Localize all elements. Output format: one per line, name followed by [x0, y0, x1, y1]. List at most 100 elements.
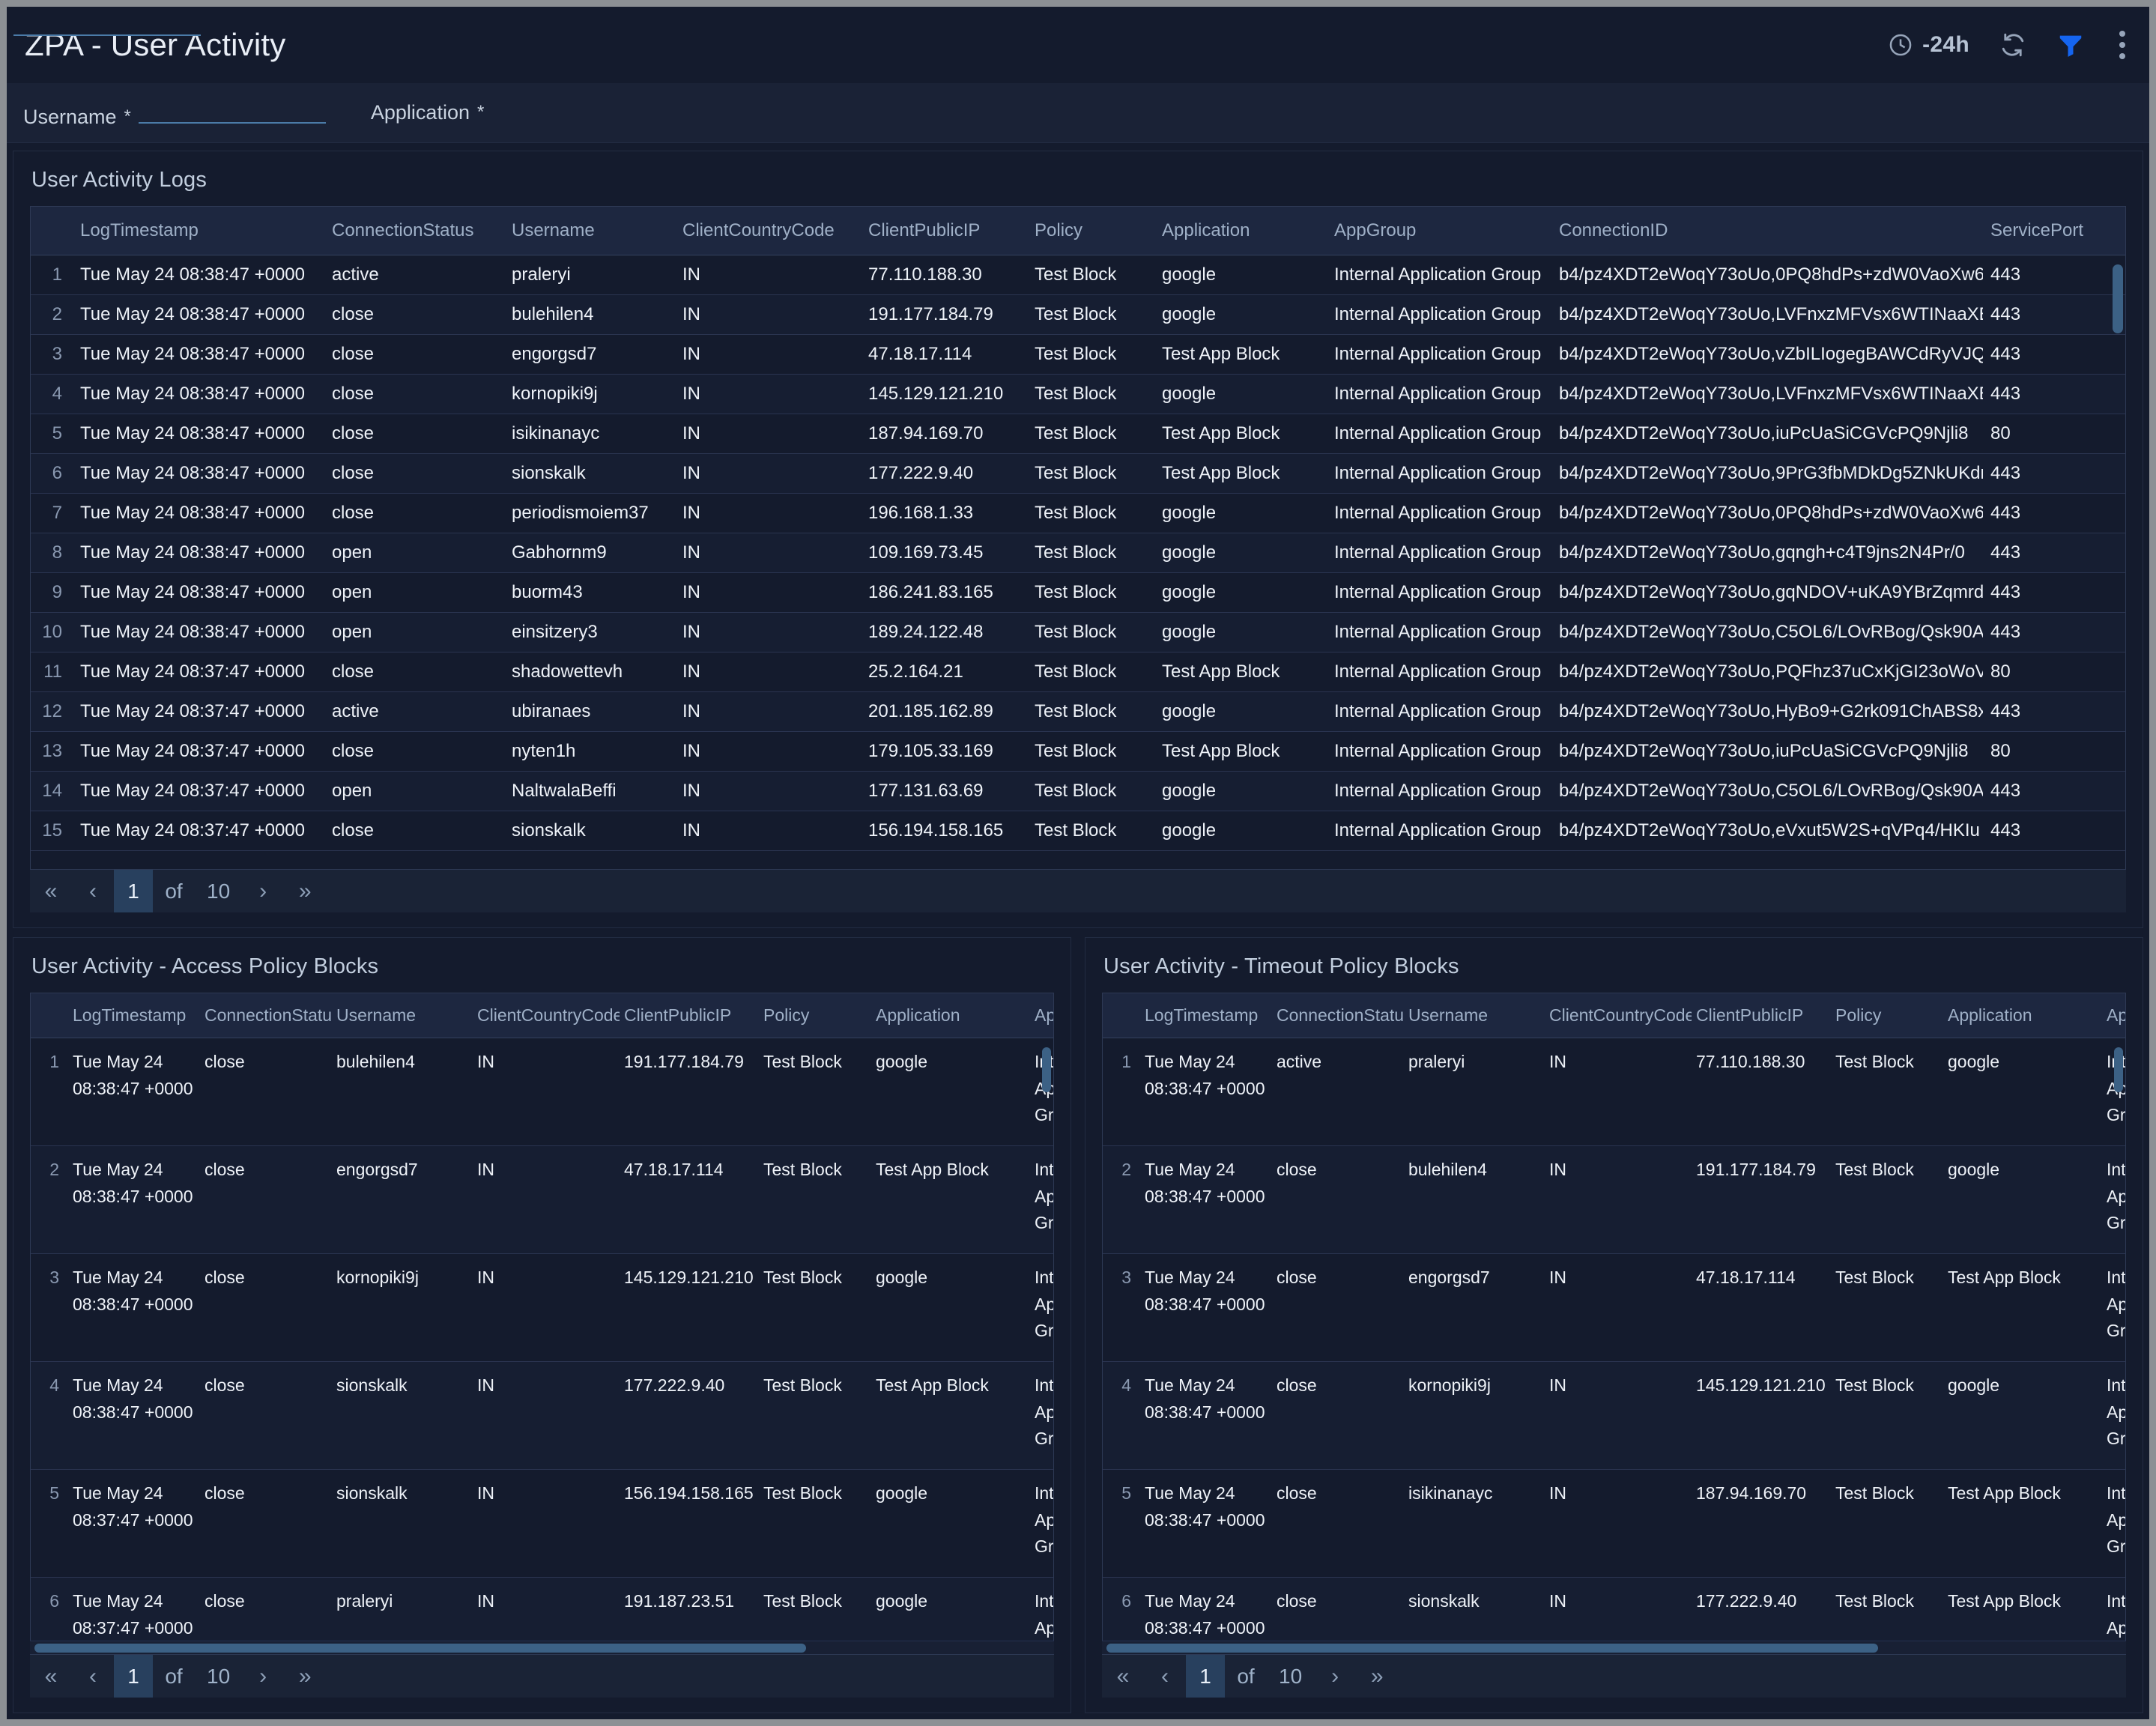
col-application[interactable]: Application — [1943, 993, 2102, 1038]
cell-clientcountrycode: IN — [1545, 1254, 1692, 1362]
table-row[interactable]: 4Tue May 24 08:38:47 +0000closekornopiki… — [1103, 1362, 2125, 1470]
table-row[interactable]: 2Tue May 24 08:38:47 +0000closeengorgsd7… — [31, 1146, 1053, 1254]
col-policy[interactable]: Policy — [1027, 207, 1154, 255]
table-row[interactable]: 6Tue May 24 08:37:47 +0000closepraleryiI… — [31, 1578, 1053, 1641]
col-logtimestamp[interactable]: LogTimestamp — [68, 993, 200, 1038]
cell-logtimestamp: Tue May 24 08:38:47 +0000 — [1140, 1146, 1272, 1254]
table-row[interactable]: 15Tue May 24 08:37:47 +0000closesionskal… — [31, 811, 2125, 851]
pager-prev-button[interactable]: ‹ — [1144, 1655, 1186, 1698]
cell-policy: Test Block — [1027, 375, 1154, 414]
table-row[interactable]: 1Tue May 24 08:38:47 +0000closebulehilen… — [31, 1038, 1053, 1146]
col-application[interactable]: Application — [1154, 207, 1327, 255]
pager-last-button[interactable]: » — [1356, 1655, 1398, 1698]
pager-current-page[interactable]: 1 — [114, 870, 153, 912]
col-logtimestamp[interactable]: LogTimestamp — [73, 207, 324, 255]
pager-next-button[interactable]: › — [242, 870, 284, 912]
pager-prev-button[interactable]: ‹ — [72, 870, 114, 912]
table-row[interactable]: 9Tue May 24 08:38:47 +0000openbuorm43IN1… — [31, 573, 2125, 613]
col-connectionstatus[interactable]: ConnectionStatus — [1272, 993, 1404, 1038]
username-input[interactable] — [139, 101, 326, 124]
table-row[interactable]: 6Tue May 24 08:38:47 +0000closesionskalk… — [31, 454, 2125, 494]
col-connectionstatus[interactable]: ConnectionStatus — [324, 207, 504, 255]
table-row[interactable]: 13Tue May 24 08:37:47 +0000closenyten1hI… — [31, 732, 2125, 772]
table-row[interactable]: 5Tue May 24 08:37:47 +0000closesionskalk… — [31, 1470, 1053, 1578]
col-appgroup[interactable]: AppGr — [1030, 993, 1053, 1038]
pager-current-page[interactable]: 1 — [1186, 1655, 1225, 1698]
filter-icon[interactable] — [2056, 31, 2085, 59]
table-row[interactable]: 7Tue May 24 08:38:47 +0000closeperiodism… — [31, 494, 2125, 533]
table-row[interactable]: 10Tue May 24 08:38:47 +0000openeinsitzer… — [31, 613, 2125, 652]
table-row[interactable]: 8Tue May 24 08:38:47 +0000openGabhornm9I… — [31, 533, 2125, 573]
row-index: 7 — [31, 494, 73, 533]
pager-last-button[interactable]: » — [284, 1655, 326, 1698]
col-connectionid[interactable]: ConnectionID — [1551, 207, 1983, 255]
table-row[interactable]: 1Tue May 24 08:38:47 +0000activepraleryi… — [1103, 1038, 2125, 1146]
main-table-vertical-scrollbar[interactable] — [2113, 264, 2123, 669]
col-clientcountrycode[interactable]: ClientCountryCode — [473, 993, 620, 1038]
col-application[interactable]: Application — [871, 993, 1030, 1038]
dashboard-body: User Activity Logs LogTimes — [7, 143, 2149, 1719]
application-filter[interactable]: Application * — [371, 101, 484, 124]
col-index[interactable] — [31, 993, 68, 1038]
table-row[interactable]: 12Tue May 24 08:37:47 +0000activeubirana… — [31, 692, 2125, 732]
cell-username: engorgsd7 — [504, 335, 675, 375]
pager-last-button[interactable]: » — [284, 870, 326, 912]
top-bar-actions: -24h — [1888, 28, 2130, 62]
username-filter[interactable]: Username * — [23, 101, 326, 129]
col-appgroup[interactable]: AppGr — [2102, 993, 2125, 1038]
table-row[interactable]: 5Tue May 24 08:38:47 +0000closeisikinana… — [1103, 1470, 2125, 1578]
table-row[interactable]: 3Tue May 24 08:38:47 +0000closeengorgsd7… — [1103, 1254, 2125, 1362]
col-serviceport[interactable]: ServicePort — [1983, 207, 2125, 255]
col-username[interactable]: Username — [504, 207, 675, 255]
access-policy-vertical-scrollbar[interactable] — [1042, 1047, 1051, 1197]
col-clientcountrycode[interactable]: ClientCountryCode — [675, 207, 861, 255]
col-username[interactable]: Username — [1404, 993, 1545, 1038]
cell-logtimestamp: Tue May 24 08:38:47 +0000 — [73, 573, 324, 613]
table-row[interactable]: 5Tue May 24 08:38:47 +0000closeisikinana… — [31, 414, 2125, 454]
col-clientpublicip[interactable]: ClientPublicIP — [1692, 993, 1831, 1038]
col-connectionstatus[interactable]: ConnectionStatus — [200, 993, 332, 1038]
clock-icon — [1888, 32, 1913, 58]
access-policy-horizontal-scrollbar[interactable] — [30, 1641, 1054, 1654]
time-range-selector[interactable]: -24h — [1888, 32, 1969, 58]
table-row[interactable]: 4Tue May 24 08:38:47 +0000closekornopiki… — [31, 375, 2125, 414]
col-policy[interactable]: Policy — [1831, 993, 1943, 1038]
cell-serviceport: 443 — [1983, 375, 2125, 414]
cell-logtimestamp: Tue May 24 08:38:47 +0000 — [1140, 1038, 1272, 1146]
pager-first-button[interactable]: « — [30, 870, 72, 912]
table-row[interactable]: 1Tue May 24 08:38:47 +0000activepraleryi… — [31, 255, 2125, 295]
table-row[interactable]: 3Tue May 24 08:38:47 +0000closeengorgsd7… — [31, 335, 2125, 375]
table-row[interactable]: 2Tue May 24 08:38:47 +0000closebulehilen… — [31, 295, 2125, 335]
pager-first-button[interactable]: « — [1102, 1655, 1144, 1698]
table-row[interactable]: 11Tue May 24 08:37:47 +0000closeshadowet… — [31, 652, 2125, 692]
table-row[interactable]: 14Tue May 24 08:37:47 +0000openNaltwalaB… — [31, 772, 2125, 811]
timeout-policy-horizontal-scrollbar[interactable] — [1102, 1641, 2126, 1654]
refresh-icon[interactable] — [1999, 31, 2026, 58]
application-input[interactable] — [13, 13, 201, 36]
table-row[interactable]: 4Tue May 24 08:38:47 +0000closesionskalk… — [31, 1362, 1053, 1470]
table-row[interactable]: 3Tue May 24 08:38:47 +0000closekornopiki… — [31, 1254, 1053, 1362]
table-row[interactable]: 6Tue May 24 08:38:47 +0000closesionskalk… — [1103, 1578, 2125, 1641]
cell-clientpublicip: 109.169.73.45 — [861, 533, 1027, 573]
col-username[interactable]: Username — [332, 993, 473, 1038]
timeout-policy-vertical-scrollbar[interactable] — [2114, 1047, 2123, 1197]
col-logtimestamp[interactable]: LogTimestamp — [1140, 993, 1272, 1038]
pager-next-button[interactable]: › — [1314, 1655, 1356, 1698]
cell-serviceport: 443 — [1983, 533, 2125, 573]
pager-current-page[interactable]: 1 — [114, 1655, 153, 1698]
col-index[interactable] — [1103, 993, 1140, 1038]
pager-prev-button[interactable]: ‹ — [72, 1655, 114, 1698]
pager-next-button[interactable]: › — [242, 1655, 284, 1698]
col-appgroup[interactable]: AppGroup — [1327, 207, 1551, 255]
more-options-icon[interactable] — [2115, 28, 2130, 62]
timeout-policy-pagination: « ‹ 1 of 10 › » — [1102, 1654, 2126, 1698]
table-row[interactable]: 2Tue May 24 08:38:47 +0000closebulehilen… — [1103, 1146, 2125, 1254]
col-policy[interactable]: Policy — [759, 993, 871, 1038]
col-clientpublicip[interactable]: ClientPublicIP — [620, 993, 759, 1038]
col-clientpublicip[interactable]: ClientPublicIP — [861, 207, 1027, 255]
col-clientcountrycode[interactable]: ClientCountryCode — [1545, 993, 1692, 1038]
cell-connectionstatus: close — [324, 414, 504, 454]
pager-first-button[interactable]: « — [30, 1655, 72, 1698]
col-index[interactable] — [31, 207, 73, 255]
cell-username: Gabhornm9 — [504, 533, 675, 573]
